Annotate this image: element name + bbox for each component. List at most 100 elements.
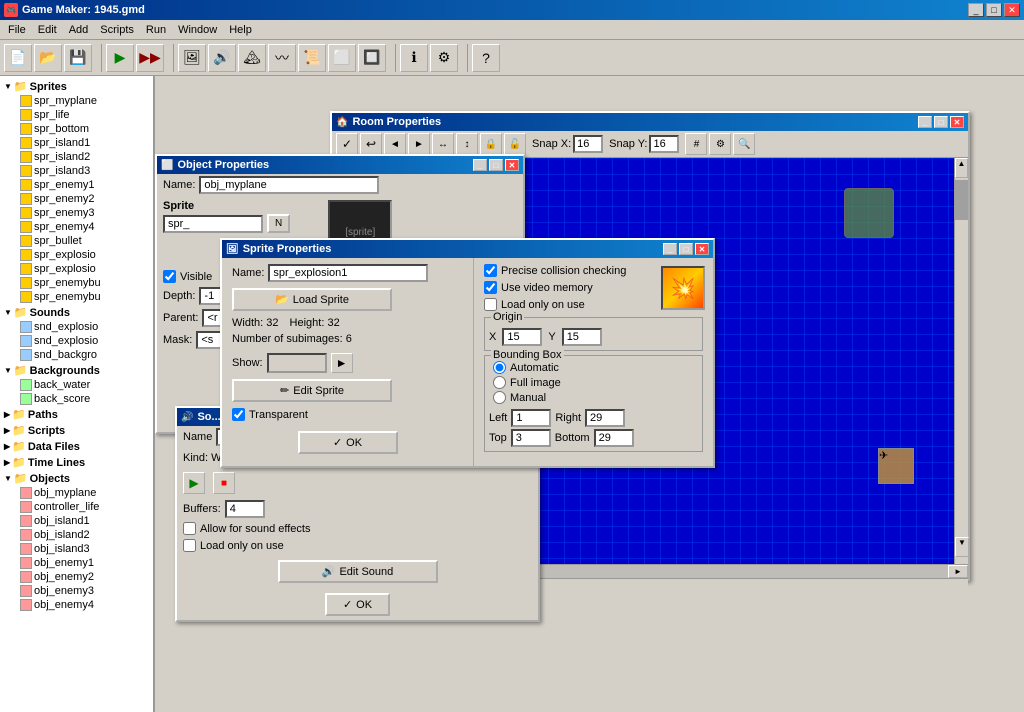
run-btn[interactable]: ▶	[106, 44, 134, 72]
sound-stop-btn[interactable]: ■	[213, 472, 235, 494]
room-stretch-btn[interactable]: ↕	[456, 133, 478, 155]
list-item[interactable]: back_water	[18, 378, 151, 392]
room-undo-btn[interactable]: ↩	[360, 133, 382, 155]
room-grid-btn[interactable]: #	[685, 133, 707, 155]
list-item[interactable]: snd_backgro	[18, 348, 151, 362]
list-item[interactable]: obj_island2	[18, 528, 151, 542]
sprite-maximize-btn[interactable]: □	[679, 243, 693, 255]
list-item[interactable]: spr_island3	[18, 164, 151, 178]
new-btn[interactable]: 📄	[4, 44, 32, 72]
list-item[interactable]: spr_explosio	[18, 248, 151, 262]
list-item[interactable]: snd_explosio	[18, 320, 151, 334]
menu-add[interactable]: Add	[63, 22, 95, 38]
list-item[interactable]: spr_enemy4	[18, 220, 151, 234]
list-item[interactable]: controller_life	[18, 500, 151, 514]
list-item[interactable]: spr_enemy2	[18, 192, 151, 206]
sprite-show-arrow-btn[interactable]: ►	[331, 353, 353, 373]
sprite-name-input[interactable]	[268, 264, 428, 282]
open-btn[interactable]: 📂	[34, 44, 62, 72]
add-sprite-btn[interactable]: 🖼	[178, 44, 206, 72]
room-close-btn[interactable]: ✕	[950, 116, 964, 128]
sprite-close-btn[interactable]: ✕	[695, 243, 709, 255]
sound-play-btn[interactable]: ▶	[183, 472, 205, 494]
list-item[interactable]: obj_enemy1	[18, 556, 151, 570]
sound-buffers-input[interactable]	[225, 500, 265, 518]
list-item[interactable]: spr_enemybu	[18, 276, 151, 290]
tree-sounds-header[interactable]: ▼ 📁 Sounds	[2, 305, 151, 320]
room-minimize-btn[interactable]: _	[918, 116, 932, 128]
snap-x-input[interactable]	[573, 135, 603, 153]
sound-ok-button[interactable]: ✓ OK	[325, 593, 390, 616]
origin-y-input[interactable]	[562, 328, 602, 346]
edit-sound-button[interactable]: 🔊 Edit Sound	[278, 560, 438, 583]
close-btn[interactable]: ✕	[1004, 3, 1020, 17]
bbox-left-input[interactable]	[511, 409, 551, 427]
tree-paths-header[interactable]: ▶ 📁 Paths	[2, 407, 151, 422]
obj-close-btn[interactable]: ✕	[505, 159, 519, 171]
obj-new-sprite-btn[interactable]: N	[267, 214, 290, 233]
precise-collision-checkbox[interactable]	[484, 264, 497, 277]
snap-y-input[interactable]	[649, 135, 679, 153]
list-item[interactable]: spr_bottom	[18, 122, 151, 136]
list-item[interactable]: spr_island1	[18, 136, 151, 150]
add-bg-btn[interactable]: 🏔	[238, 44, 266, 72]
bbox-auto-radio[interactable]	[493, 361, 506, 374]
list-item[interactable]: spr_enemybu	[18, 290, 151, 304]
obj-visible-checkbox[interactable]	[163, 270, 176, 283]
add-room-btn[interactable]: 🔲	[358, 44, 386, 72]
menu-window[interactable]: Window	[172, 22, 223, 38]
tree-scripts-header[interactable]: ▶ 📁 Scripts	[2, 423, 151, 438]
obj-sprite-input[interactable]	[163, 215, 263, 233]
sprite-minimize-btn[interactable]: _	[663, 243, 677, 255]
list-item[interactable]: spr_enemy1	[18, 178, 151, 192]
bbox-right-input[interactable]	[585, 409, 625, 427]
list-item[interactable]: obj_island3	[18, 542, 151, 556]
tree-sprites-header[interactable]: ▼ 📁 Sprites	[2, 79, 151, 94]
sound-effects-checkbox[interactable]	[183, 522, 196, 535]
list-item[interactable]: obj_enemy4	[18, 598, 151, 612]
minimize-btn[interactable]: _	[968, 3, 984, 17]
tree-backgrounds-header[interactable]: ▼ 📁 Backgrounds	[2, 363, 151, 378]
obj-maximize-btn[interactable]: □	[489, 159, 503, 171]
scroll-down-btn[interactable]: ▼	[955, 537, 969, 557]
scroll-thumb[interactable]	[955, 180, 968, 220]
add-script-btn[interactable]: 📜	[298, 44, 326, 72]
list-item[interactable]: spr_myplane	[18, 94, 151, 108]
list-item[interactable]: spr_enemy3	[18, 206, 151, 220]
menu-edit[interactable]: Edit	[32, 22, 63, 38]
room-lock-btn[interactable]: 🔒	[480, 133, 502, 155]
sound-loadonly-checkbox[interactable]	[183, 539, 196, 552]
maximize-btn[interactable]: □	[986, 3, 1002, 17]
bbox-fullimage-radio[interactable]	[493, 376, 506, 389]
scroll-up-btn[interactable]: ▲	[955, 158, 968, 178]
obj-name-input[interactable]	[199, 176, 379, 194]
tree-timelines-header[interactable]: ▶ 📁 Time Lines	[2, 455, 151, 470]
tree-objects-header[interactable]: ▼ 📁 Objects	[2, 471, 151, 486]
room-maximize-btn[interactable]: □	[934, 116, 948, 128]
bbox-top-input[interactable]	[511, 429, 551, 447]
game-info-btn[interactable]: ℹ	[400, 44, 428, 72]
room-move-btn[interactable]: ↔	[432, 133, 454, 155]
list-item[interactable]: obj_island1	[18, 514, 151, 528]
menu-run[interactable]: Run	[140, 22, 172, 38]
video-memory-checkbox[interactable]	[484, 281, 497, 294]
debug-btn[interactable]: ▶▶	[136, 44, 164, 72]
room-ok-btn[interactable]: ✓	[336, 133, 358, 155]
edit-sprite-button[interactable]: ✏ Edit Sprite	[232, 379, 392, 402]
load-only-checkbox[interactable]	[484, 298, 497, 311]
bbox-bottom-input[interactable]	[594, 429, 634, 447]
bbox-manual-radio[interactable]	[493, 391, 506, 404]
add-obj-btn[interactable]: ⬜	[328, 44, 356, 72]
room-settings-btn[interactable]: ⚙	[709, 133, 731, 155]
menu-file[interactable]: File	[2, 22, 32, 38]
list-item[interactable]: spr_bullet	[18, 234, 151, 248]
add-sound-btn[interactable]: 🔊	[208, 44, 236, 72]
list-item[interactable]: obj_enemy2	[18, 570, 151, 584]
list-item[interactable]: back_score	[18, 392, 151, 406]
add-path-btn[interactable]: 〰	[268, 44, 296, 72]
room-next-btn[interactable]: ►	[408, 133, 430, 155]
list-item[interactable]: spr_explosio	[18, 262, 151, 276]
tree-datafiles-header[interactable]: ▶ 📁 Data Files	[2, 439, 151, 454]
list-item[interactable]: spr_island2	[18, 150, 151, 164]
list-item[interactable]: obj_enemy3	[18, 584, 151, 598]
